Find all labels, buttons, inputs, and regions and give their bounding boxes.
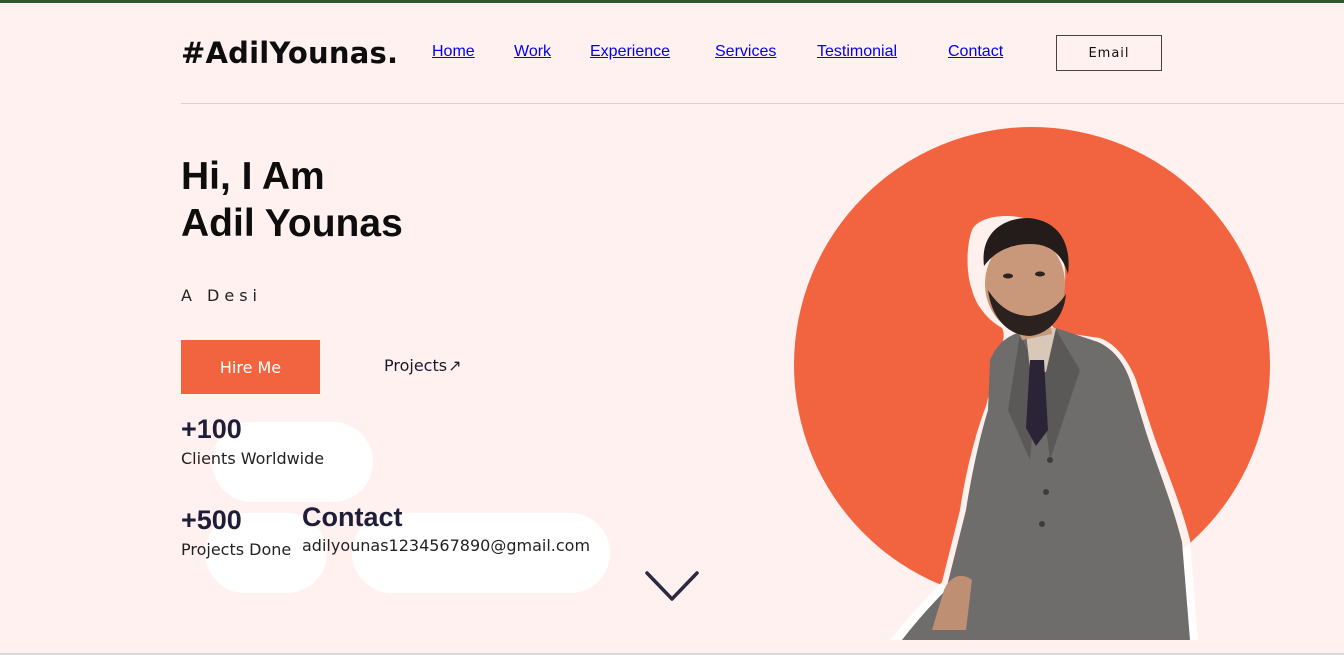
header-divider bbox=[181, 103, 1344, 104]
projects-link-label: Projects bbox=[384, 356, 448, 375]
site-logo[interactable]: #AdilYounas. bbox=[181, 36, 398, 70]
projects-link[interactable]: Projects ↗ bbox=[384, 356, 461, 375]
hero-name: Adil Younas bbox=[181, 202, 403, 245]
email-button[interactable]: Email bbox=[1056, 35, 1162, 71]
nav-home[interactable]: Home bbox=[432, 43, 475, 61]
profile-photo bbox=[890, 216, 1198, 640]
hire-me-button[interactable]: Hire Me bbox=[181, 340, 320, 394]
nav-contact[interactable]: Contact bbox=[948, 43, 1003, 61]
nav-experience[interactable]: Experience bbox=[590, 43, 670, 61]
clients-count: +100 bbox=[181, 414, 242, 444]
projects-label: Projects Done bbox=[181, 540, 292, 559]
clients-label: Clients Worldwide bbox=[181, 449, 325, 468]
hero-tagline: A Desi bbox=[181, 286, 262, 305]
nav-services[interactable]: Services bbox=[715, 43, 776, 61]
projects-count: +500 bbox=[181, 505, 242, 535]
nav-testimonial[interactable]: Testimonial bbox=[817, 43, 897, 61]
contact-title: Contact bbox=[302, 502, 403, 532]
nav-work[interactable]: Work bbox=[514, 43, 551, 61]
contact-email-link[interactable]: adilyounas1234567890@gmail.com bbox=[302, 536, 590, 555]
hero-greeting: Hi, I Am bbox=[181, 155, 325, 198]
chevron-down-icon[interactable] bbox=[644, 570, 700, 604]
arrow-up-right-icon: ↗ bbox=[448, 356, 462, 375]
top-accent-bar bbox=[0, 0, 1344, 3]
